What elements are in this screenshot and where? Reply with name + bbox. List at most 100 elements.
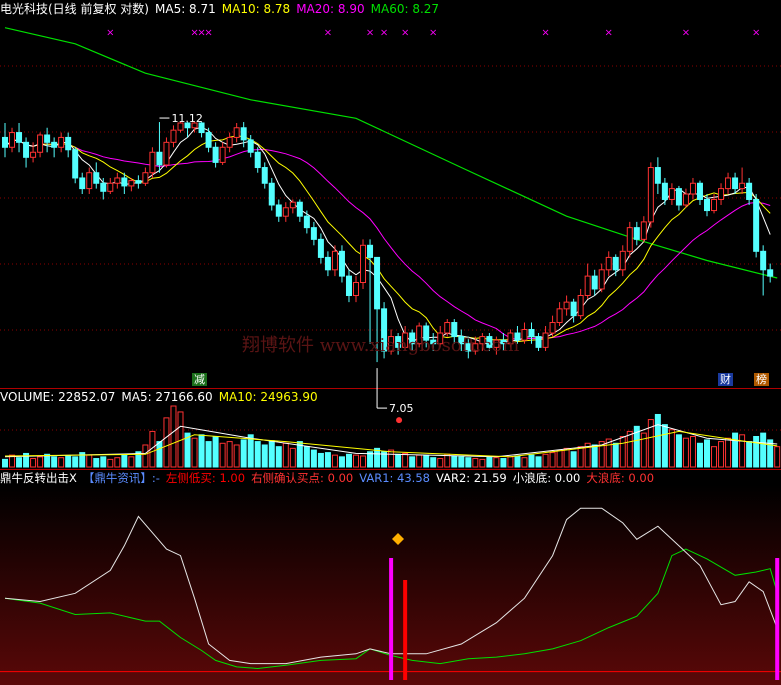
signal-marker: ×	[401, 28, 409, 39]
candle-body	[149, 151, 156, 174]
volume-bar	[486, 456, 493, 468]
event-tag-ranking[interactable]: 榜	[754, 373, 769, 386]
candle-body	[79, 177, 86, 190]
candle-body	[535, 336, 542, 348]
indicator-legend: 鼎牛反转出击X 【鼎牛资讯】:- 左侧低买: 1.00 右侧确认买点: 0.00 VAR…	[0, 470, 660, 486]
volume-bar	[591, 444, 598, 468]
volume-bar	[240, 439, 247, 468]
ma10-legend: MA10: 8.78	[221, 2, 291, 16]
volume-bar	[556, 449, 563, 468]
volume-bar	[500, 458, 507, 468]
volume-bar	[114, 457, 121, 468]
volume-bar	[493, 457, 500, 468]
candle-body	[521, 329, 528, 341]
volume-bar	[247, 434, 254, 468]
volume-bar	[16, 457, 23, 468]
volume-bar	[353, 454, 359, 468]
volume-bar	[423, 455, 430, 468]
price-legend: 电光科技(日线 前复权 对数) MA5: 8.71 MA10: 8.78 MA20: …	[0, 1, 445, 17]
volume-bar	[128, 456, 135, 468]
volume-bar	[374, 447, 381, 468]
candle-body	[121, 177, 128, 187]
event-dot	[396, 417, 403, 424]
signal-marker: ×	[366, 28, 374, 39]
candle-body	[9, 132, 16, 148]
signal-marker: ×	[605, 28, 613, 39]
candle-body	[711, 198, 718, 212]
candle-body	[626, 227, 633, 252]
volume-bar	[465, 457, 472, 468]
volume-bar	[121, 454, 128, 468]
volume-bar	[675, 434, 682, 468]
candle-body	[254, 151, 261, 169]
high-price-label: 11.12	[171, 112, 203, 125]
volume-bar	[219, 442, 226, 468]
volume-bar	[233, 444, 240, 468]
candle-body	[2, 136, 8, 148]
candle-body	[696, 182, 703, 200]
volume-bar	[514, 455, 521, 468]
candle-body	[268, 182, 275, 206]
candle-body	[156, 151, 163, 166]
candle-body	[577, 295, 584, 317]
volume-bar	[142, 444, 149, 468]
volume-bar	[2, 458, 8, 468]
volume-bar	[338, 456, 345, 468]
candle-body	[219, 146, 226, 163]
ma60-legend: MA60: 8.27	[370, 2, 440, 16]
candle-body	[718, 188, 725, 200]
signal-marker: ×	[682, 28, 690, 39]
volume-bar	[72, 456, 79, 468]
candle-body	[324, 256, 331, 271]
candle-body	[317, 238, 324, 258]
right-confirm-buy: 右侧确认买点: 0.00	[251, 471, 354, 485]
volume-bar	[289, 447, 296, 468]
volume-bar	[774, 446, 781, 468]
candle-body	[704, 198, 710, 212]
volume-bar	[711, 446, 718, 468]
candle-body	[338, 250, 345, 277]
volume-bar	[416, 454, 423, 468]
candle-body	[128, 180, 135, 187]
watermark: 翔博软件 www.xiangbosoft.com	[242, 335, 520, 356]
small-trough: 小浪底: 0.00	[512, 471, 581, 485]
signal-marker: ×	[380, 28, 388, 39]
candle-body	[556, 308, 563, 324]
volume-bar	[535, 456, 542, 468]
volume-bar	[37, 456, 44, 468]
candle-body	[360, 244, 367, 283]
volume-ma5: MA5: 27166.60	[121, 390, 213, 404]
volume-bar	[542, 453, 549, 468]
volume-bar	[732, 432, 739, 468]
volume-bar	[661, 424, 668, 468]
candle-body	[58, 136, 65, 148]
volume-bar	[345, 453, 352, 468]
volume-bar	[261, 444, 268, 468]
candle-body	[23, 141, 30, 158]
volume-bar	[30, 458, 37, 468]
candle-body	[367, 244, 374, 258]
candle-body	[93, 172, 100, 184]
candle-body	[668, 188, 675, 200]
candle-body	[289, 201, 296, 209]
volume-bar	[402, 452, 409, 468]
volume-bar	[718, 441, 725, 468]
candle-body	[107, 182, 114, 192]
candle-body	[100, 182, 107, 192]
candle-body	[753, 198, 760, 252]
volume-bar	[479, 458, 486, 468]
candle-body	[282, 207, 289, 217]
candle-body	[633, 227, 640, 240]
candle-body	[563, 301, 570, 310]
candle-body	[303, 215, 310, 229]
volume-bar	[198, 434, 205, 468]
event-tag-finance[interactable]: 财	[718, 373, 733, 386]
candle-body	[654, 167, 661, 184]
volume-bar	[65, 455, 72, 468]
candle-body	[345, 275, 352, 297]
volume-bar	[205, 441, 212, 468]
candle-body	[331, 250, 338, 271]
volume-bar	[619, 436, 626, 468]
volume-bar	[317, 452, 324, 468]
event-tag-reduce[interactable]: 减	[192, 373, 207, 386]
